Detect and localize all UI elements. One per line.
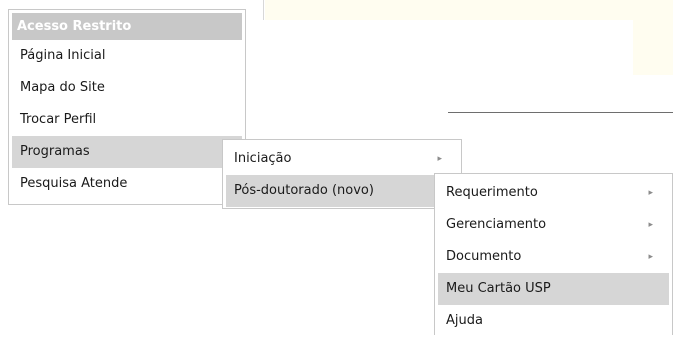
page-banner-inner — [265, 20, 633, 75]
submenu-item-label: Meu Cartão USP — [446, 281, 551, 296]
submenu-item-gerenciamento[interactable]: Gerenciamento ▸ — [438, 209, 669, 241]
programas-submenu: Iniciação ▸ Pós-doutorado (novo) — [222, 139, 462, 209]
submenu-arrow-icon: ▸ — [648, 188, 653, 198]
pos-doutorado-submenu: Requerimento ▸ Gerenciamento ▸ Documento… — [434, 173, 673, 335]
menu-item-programas[interactable]: Programas — [12, 136, 242, 168]
menu-item-mapa-do-site[interactable]: Mapa do Site — [12, 72, 242, 104]
submenu-arrow-icon: ▸ — [648, 220, 653, 230]
page-banner — [265, 0, 673, 75]
submenu-item-label: Ajuda — [446, 313, 483, 328]
menu-item-trocar-perfil[interactable]: Trocar Perfil — [12, 104, 242, 136]
submenu-arrow-icon: ▸ — [648, 252, 653, 262]
submenu-arrow-icon: ▸ — [437, 154, 442, 164]
menu-item-pesquisa-atende[interactable]: Pesquisa Atende — [12, 168, 242, 200]
submenu-item-label: Documento — [446, 249, 522, 264]
submenu-item-pos-doutorado[interactable]: Pós-doutorado (novo) — [226, 175, 458, 207]
submenu-item-documento[interactable]: Documento ▸ — [438, 241, 669, 273]
submenu-item-requerimento[interactable]: Requerimento ▸ — [438, 177, 669, 209]
restricted-access-menu: Acesso Restrito Página Inicial Mapa do S… — [8, 9, 246, 205]
submenu-item-meu-cartao-usp[interactable]: Meu Cartão USP — [438, 273, 669, 305]
submenu-item-label: Gerenciamento — [446, 217, 547, 232]
page-divider-vertical — [263, 0, 264, 20]
submenu-item-ajuda[interactable]: Ajuda — [438, 305, 669, 337]
submenu-item-label: Iniciação — [234, 151, 292, 166]
submenu-item-label: Pós-doutorado (novo) — [234, 183, 374, 198]
page-divider-horizontal — [448, 112, 673, 113]
submenu-item-label: Requerimento — [446, 185, 538, 200]
submenu-item-iniciacao[interactable]: Iniciação ▸ — [226, 143, 458, 175]
menu-item-pagina-inicial[interactable]: Página Inicial — [12, 40, 242, 72]
menu-header: Acesso Restrito — [12, 13, 242, 40]
